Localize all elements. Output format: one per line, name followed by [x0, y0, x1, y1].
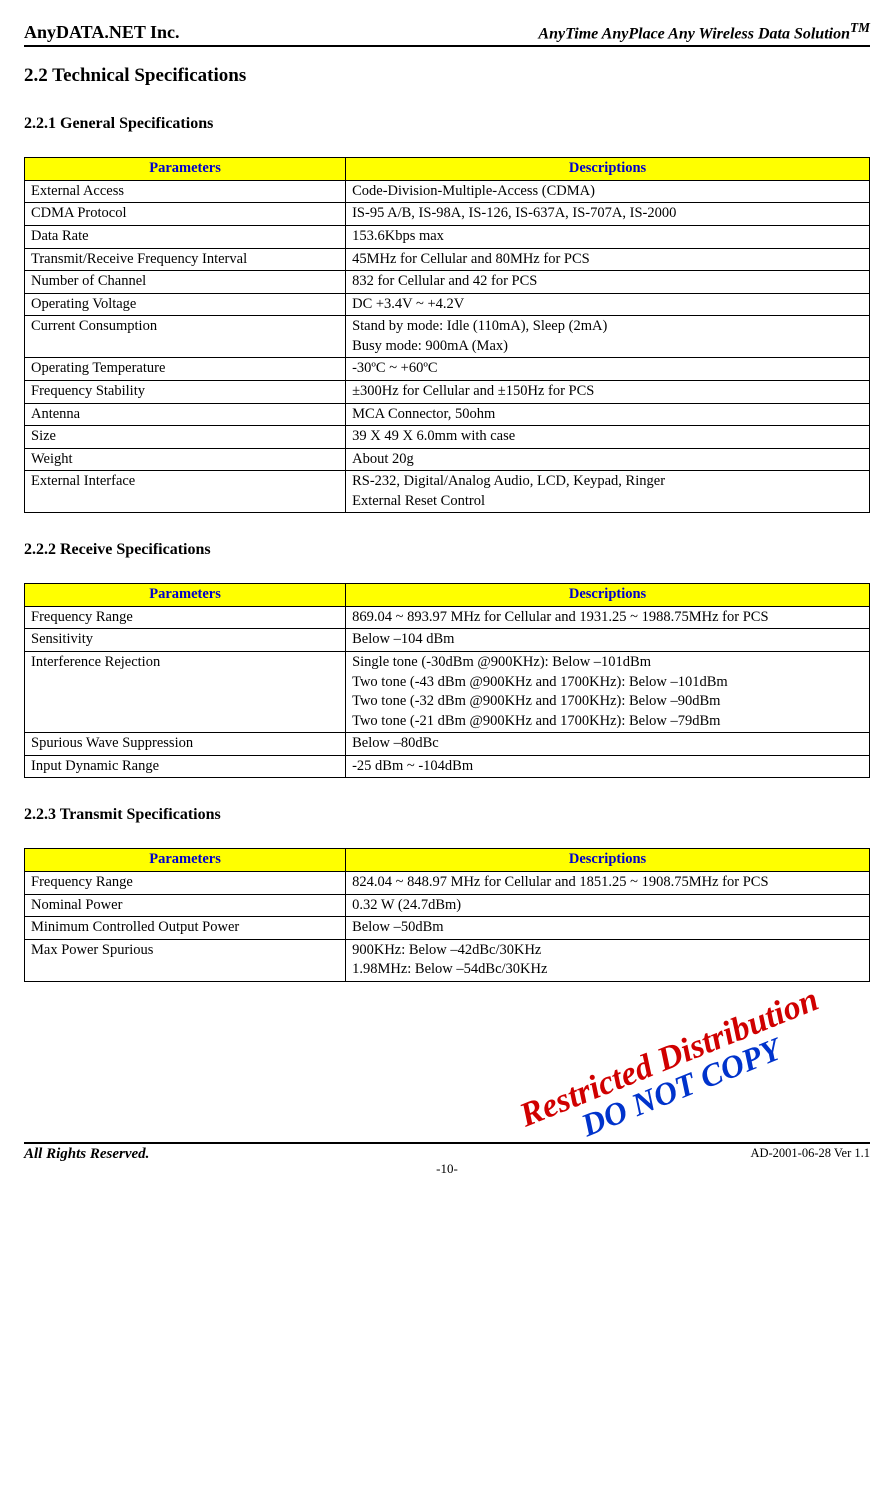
cell-description: 900KHz: Below –42dBc/30KHz 1.98MHz: Belo… — [346, 939, 870, 981]
cell-description: Code-Division-Multiple-Access (CDMA) — [346, 180, 870, 203]
table-row: External InterfaceRS-232, Digital/Analog… — [25, 471, 870, 513]
footer-rights: All Rights Reserved. — [24, 1146, 149, 1163]
cell-parameter: Max Power Spurious — [25, 939, 346, 981]
page-footer: All Rights Reserved. AD-2001-06-28 Ver 1… — [24, 1142, 870, 1163]
header-descriptions: Descriptions — [346, 584, 870, 607]
table-row: Transmit/Receive Frequency Interval45MHz… — [25, 248, 870, 271]
subsection-general: 2.2.1 General Specifications — [24, 115, 870, 133]
cell-description: 0.32 W (24.7dBm) — [346, 894, 870, 917]
table-row: Frequency Range824.04 ~ 848.97 MHz for C… — [25, 871, 870, 894]
cell-parameter: Number of Channel — [25, 271, 346, 294]
table-row: AntennaMCA Connector, 50ohm — [25, 403, 870, 426]
table-row: CDMA ProtocolIS-95 A/B, IS-98A, IS-126, … — [25, 203, 870, 226]
header-parameters: Parameters — [25, 584, 346, 607]
section-title: 2.2 Technical Specifications — [24, 65, 870, 87]
header-slogan-text: AnyTime AnyPlace Any Wireless Data Solut… — [538, 25, 850, 42]
cell-parameter: Weight — [25, 448, 346, 471]
footer-version: AD-2001-06-28 Ver 1.1 — [750, 1146, 870, 1161]
cell-parameter: Frequency Range — [25, 606, 346, 629]
table-row: Input Dynamic Range-25 dBm ~ -104dBm — [25, 755, 870, 778]
cell-description: Single tone (-30dBm @900KHz): Below –101… — [346, 652, 870, 733]
cell-description: Below –50dBm — [346, 917, 870, 940]
cell-parameter: Size — [25, 426, 346, 449]
cell-parameter: External Access — [25, 180, 346, 203]
cell-parameter: Input Dynamic Range — [25, 755, 346, 778]
table-row: Operating Temperature-30ºC ~ +60ºC — [25, 358, 870, 381]
transmit-spec-table: Parameters Descriptions Frequency Range8… — [24, 848, 870, 981]
table-row: Operating VoltageDC +3.4V ~ +4.2V — [25, 293, 870, 316]
table-row: Max Power Spurious900KHz: Below –42dBc/3… — [25, 939, 870, 981]
cell-parameter: CDMA Protocol — [25, 203, 346, 226]
cell-parameter: Operating Voltage — [25, 293, 346, 316]
cell-parameter: Frequency Stability — [25, 380, 346, 403]
table-row: Spurious Wave SuppressionBelow –80dBc — [25, 733, 870, 756]
table-row: Data Rate153.6Kbps max — [25, 226, 870, 249]
cell-description: Below –80dBc — [346, 733, 870, 756]
header-slogan: AnyTime AnyPlace Any Wireless Data Solut… — [538, 20, 870, 43]
table-header-row: Parameters Descriptions — [25, 158, 870, 181]
page-header: AnyDATA.NET Inc. AnyTime AnyPlace Any Wi… — [24, 20, 870, 47]
table-row: Nominal Power0.32 W (24.7dBm) — [25, 894, 870, 917]
cell-description: ±300Hz for Cellular and ±150Hz for PCS — [346, 380, 870, 403]
header-slogan-tm: TM — [850, 20, 870, 35]
cell-description: MCA Connector, 50ohm — [346, 403, 870, 426]
table-row: Interference RejectionSingle tone (-30dB… — [25, 652, 870, 733]
cell-description: Below –104 dBm — [346, 629, 870, 652]
subsection-transmit: 2.2.3 Transmit Specifications — [24, 806, 870, 824]
table-row: WeightAbout 20g — [25, 448, 870, 471]
table-row: SensitivityBelow –104 dBm — [25, 629, 870, 652]
cell-description: 824.04 ~ 848.97 MHz for Cellular and 185… — [346, 871, 870, 894]
cell-parameter: Data Rate — [25, 226, 346, 249]
cell-description: -25 dBm ~ -104dBm — [346, 755, 870, 778]
header-descriptions: Descriptions — [346, 849, 870, 872]
cell-description: 153.6Kbps max — [346, 226, 870, 249]
cell-description: RS-232, Digital/Analog Audio, LCD, Keypa… — [346, 471, 870, 513]
table-row: Size39 X 49 X 6.0mm with case — [25, 426, 870, 449]
cell-parameter: Interference Rejection — [25, 652, 346, 733]
cell-parameter: Spurious Wave Suppression — [25, 733, 346, 756]
table-header-row: Parameters Descriptions — [25, 584, 870, 607]
cell-parameter: Operating Temperature — [25, 358, 346, 381]
cell-parameter: Nominal Power — [25, 894, 346, 917]
cell-description: Stand by mode: Idle (110mA), Sleep (2mA)… — [346, 316, 870, 358]
watermark: Restricted Distribution DO NOT COPY — [514, 981, 835, 1164]
header-parameters: Parameters — [25, 158, 346, 181]
cell-parameter: Sensitivity — [25, 629, 346, 652]
cell-parameter: Minimum Controlled Output Power — [25, 917, 346, 940]
table-row: Frequency Stability±300Hz for Cellular a… — [25, 380, 870, 403]
cell-parameter: Current Consumption — [25, 316, 346, 358]
table-header-row: Parameters Descriptions — [25, 849, 870, 872]
page-number: -10- — [24, 1161, 870, 1177]
general-spec-table: Parameters Descriptions External AccessC… — [24, 157, 870, 513]
table-row: External AccessCode-Division-Multiple-Ac… — [25, 180, 870, 203]
header-parameters: Parameters — [25, 849, 346, 872]
header-company: AnyDATA.NET Inc. — [24, 22, 180, 43]
table-row: Current ConsumptionStand by mode: Idle (… — [25, 316, 870, 358]
cell-description: About 20g — [346, 448, 870, 471]
table-row: Frequency Range869.04 ~ 893.97 MHz for C… — [25, 606, 870, 629]
cell-description: 45MHz for Cellular and 80MHz for PCS — [346, 248, 870, 271]
watermark-line1: Restricted Distribution — [514, 981, 823, 1135]
cell-parameter: External Interface — [25, 471, 346, 513]
cell-description: 39 X 49 X 6.0mm with case — [346, 426, 870, 449]
cell-description: -30ºC ~ +60ºC — [346, 358, 870, 381]
table-row: Number of Channel832 for Cellular and 42… — [25, 271, 870, 294]
cell-description: IS-95 A/B, IS-98A, IS-126, IS-637A, IS-7… — [346, 203, 870, 226]
subsection-receive: 2.2.2 Receive Specifications — [24, 541, 870, 559]
cell-parameter: Transmit/Receive Frequency Interval — [25, 248, 346, 271]
cell-parameter: Frequency Range — [25, 871, 346, 894]
receive-spec-table: Parameters Descriptions Frequency Range8… — [24, 583, 870, 778]
cell-description: 869.04 ~ 893.97 MHz for Cellular and 193… — [346, 606, 870, 629]
cell-parameter: Antenna — [25, 403, 346, 426]
table-row: Minimum Controlled Output PowerBelow –50… — [25, 917, 870, 940]
header-descriptions: Descriptions — [346, 158, 870, 181]
cell-description: 832 for Cellular and 42 for PCS — [346, 271, 870, 294]
cell-description: DC +3.4V ~ +4.2V — [346, 293, 870, 316]
